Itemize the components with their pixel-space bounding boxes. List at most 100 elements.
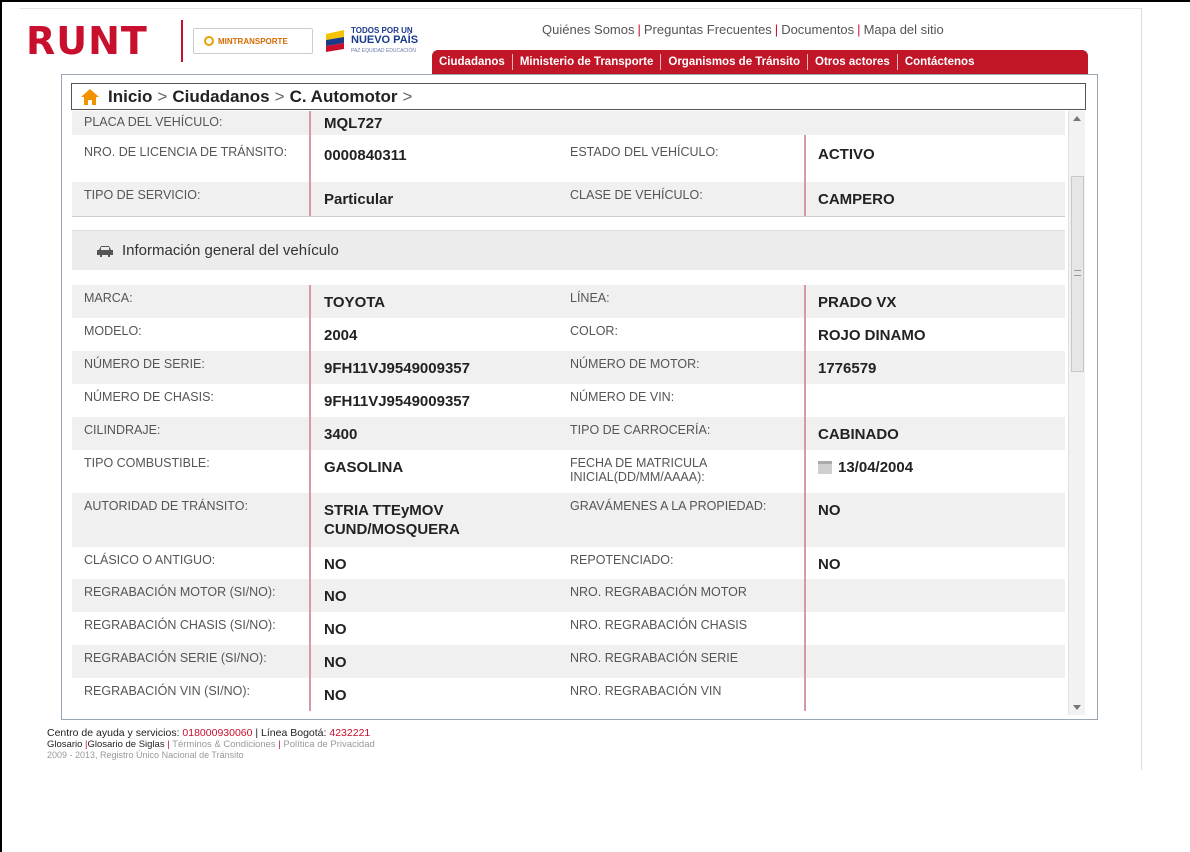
section-spacer bbox=[72, 216, 1065, 230]
nav-organismos-transito[interactable]: Organismos de Tránsito bbox=[661, 54, 809, 70]
nav-ministerio-transporte[interactable]: Ministerio de Transporte bbox=[513, 54, 662, 70]
logo-divider bbox=[181, 20, 183, 62]
row-value: NO bbox=[309, 547, 560, 579]
row-label: TIPO DE CARROCERÍA: bbox=[570, 423, 711, 437]
row-label: NRO. REGRABACIÓN VIN bbox=[570, 684, 722, 698]
calendar-icon bbox=[818, 461, 832, 474]
row-value bbox=[804, 645, 1065, 678]
footer-bogota-text: | Línea Bogotá: bbox=[255, 727, 327, 739]
table-row: REGRABACIÓN MOTOR (SI/NO): NO NRO. REGRA… bbox=[72, 579, 1065, 612]
breadcrumb: Inicio > Ciudadanos > C. Automotor > bbox=[71, 83, 1086, 110]
row-value: 13/04/2004 bbox=[804, 450, 1065, 493]
table-row: NÚMERO DE CHASIS: 9FH11VJ9549009357 NÚME… bbox=[72, 384, 1065, 417]
footer-bogota-phone: 4232221 bbox=[329, 727, 371, 739]
row-label: MODELO: bbox=[84, 324, 142, 338]
scrollbar-thumb[interactable] bbox=[1071, 176, 1084, 372]
row-value: STRIA TTEyMOV CUND/MOSQUERA bbox=[309, 493, 560, 547]
table-row: CILINDRAJE: 3400 TIPO DE CARROCERÍA: CAB… bbox=[72, 417, 1065, 450]
row-value bbox=[804, 612, 1065, 645]
row-label: NÚMERO DE VIN: bbox=[570, 390, 675, 404]
row-value: 9FH11VJ9549009357 bbox=[309, 384, 560, 417]
mintransporte-logo[interactable]: MINTRANSPORTE bbox=[193, 28, 313, 54]
runt-logo[interactable]: RUNT bbox=[26, 22, 148, 60]
nav-otros-actores[interactable]: Otros actores bbox=[808, 54, 898, 70]
link-separator: | bbox=[774, 22, 779, 37]
row-label: ESTADO DEL VEHÍCULO: bbox=[570, 145, 719, 159]
vehicle-info-scroll-area[interactable]: PLACA DEL VEHÍCULO: MQL727 NRO. DE LICEN… bbox=[72, 111, 1065, 715]
fecha-matricula: 13/04/2004 bbox=[838, 459, 914, 476]
row-label: CLASE DE VEHÍCULO: bbox=[570, 188, 703, 202]
breadcrumb-inicio[interactable]: Inicio bbox=[108, 87, 152, 107]
table-row: NÚMERO DE SERIE: 9FH11VJ9549009357 NÚMER… bbox=[72, 351, 1065, 384]
row-label: CILINDRAJE: bbox=[84, 423, 161, 437]
row-value: 0000840311 bbox=[309, 135, 560, 182]
nuevo-pais-line2: NUEVO PAÍS bbox=[351, 34, 419, 46]
row-label: COLOR: bbox=[570, 324, 618, 338]
table-row: AUTORIDAD DE TRÁNSITO: STRIA TTEyMOV CUN… bbox=[72, 493, 1065, 547]
row-value bbox=[804, 678, 1065, 711]
colombia-flag-icon bbox=[326, 30, 344, 52]
breadcrumb-ciudadanos[interactable]: Ciudadanos bbox=[172, 87, 269, 107]
row-value: TOYOTA bbox=[309, 285, 560, 318]
link-separator: | bbox=[167, 739, 170, 750]
mintransporte-logo-text: MINTRANSPORTE bbox=[218, 36, 288, 46]
row-label: NÚMERO DE SERIE: bbox=[84, 357, 205, 371]
row-value: Particular bbox=[309, 182, 560, 216]
table-row: REGRABACIÓN VIN (SI/NO): NO NRO. REGRABA… bbox=[72, 678, 1065, 711]
footer-link-terminos[interactable]: Términos & Condiciones bbox=[172, 739, 276, 750]
footer-help-phone: 018000930060 bbox=[182, 727, 253, 739]
table-row: REGRABACIÓN SERIE (SI/NO): NO NRO. REGRA… bbox=[72, 645, 1065, 678]
content-panel: Inicio > Ciudadanos > C. Automotor > PLA… bbox=[61, 74, 1098, 720]
breadcrumb-separator: > bbox=[402, 86, 413, 106]
link-quienes-somos[interactable]: Quiénes Somos bbox=[542, 22, 635, 37]
link-mapa-del-sitio[interactable]: Mapa del sitio bbox=[864, 22, 944, 37]
table-row: PLACA DEL VEHÍCULO: MQL727 bbox=[72, 111, 1065, 135]
vertical-scrollbar[interactable] bbox=[1068, 111, 1085, 715]
table-row: REGRABACIÓN CHASIS (SI/NO): NO NRO. REGR… bbox=[72, 612, 1065, 645]
nav-contactenos[interactable]: Contáctenos bbox=[898, 54, 982, 70]
date-value: 13/04/2004 bbox=[818, 458, 1055, 477]
footer-link-glosario[interactable]: Glosario bbox=[47, 739, 82, 750]
nuevo-pais-logo[interactable]: TODOS POR UN NUEVO PAÍS PAZ EQUIDAD EDUC… bbox=[324, 24, 434, 58]
row-label: TIPO COMBUSTIBLE: bbox=[84, 456, 210, 470]
row-label: NÚMERO DE MOTOR: bbox=[570, 357, 700, 371]
row-value: 3400 bbox=[309, 417, 560, 450]
row-value: CAMPERO bbox=[804, 182, 1065, 216]
footer-link-privacidad[interactable]: Política de Privacidad bbox=[283, 739, 374, 750]
row-value: ROJO DINAMO bbox=[804, 318, 1065, 351]
footer-help-line: Centro de ayuda y servicios: 01800093006… bbox=[47, 728, 375, 739]
nav-ciudadanos[interactable]: Ciudadanos bbox=[432, 54, 513, 70]
row-value: 2004 bbox=[309, 318, 560, 351]
row-value bbox=[804, 384, 1065, 417]
section-title: Información general del vehículo bbox=[122, 242, 339, 259]
link-documentos[interactable]: Documentos bbox=[781, 22, 854, 37]
row-label: AUTORIDAD DE TRÁNSITO: bbox=[84, 499, 248, 513]
row-label: MARCA: bbox=[84, 291, 133, 305]
link-separator: | bbox=[857, 22, 861, 37]
table-row: CLÁSICO O ANTIGUO: NO REPOTENCIADO: NO bbox=[72, 547, 1065, 579]
scroll-down-arrow-icon[interactable] bbox=[1073, 705, 1081, 710]
row-value: NO bbox=[804, 493, 1065, 547]
footer-links: Glosario |Glosario de Siglas | Términos … bbox=[47, 739, 375, 750]
footer-link-glosario-siglas[interactable]: Glosario de Siglas bbox=[87, 739, 164, 750]
link-separator: | bbox=[278, 739, 281, 750]
breadcrumb-separator: > bbox=[157, 86, 168, 106]
table-row: MARCA: TOYOTA LÍNEA: PRADO VX bbox=[72, 285, 1065, 318]
row-value: 9FH11VJ9549009357 bbox=[309, 351, 560, 384]
row-label: NRO. REGRABACIÓN MOTOR bbox=[570, 585, 747, 599]
row-label: REGRABACIÓN VIN (SI/NO): bbox=[84, 684, 250, 698]
row-label: GRAVÁMENES A LA PROPIEDAD: bbox=[570, 499, 767, 513]
row-value: PRADO VX bbox=[804, 285, 1065, 318]
breadcrumb-automotor[interactable]: C. Automotor bbox=[290, 87, 398, 107]
home-icon[interactable] bbox=[80, 87, 100, 107]
row-value: GASOLINA bbox=[309, 450, 560, 493]
table-row: MODELO: 2004 COLOR: ROJO DINAMO bbox=[72, 318, 1065, 351]
row-label: REPOTENCIADO: bbox=[570, 553, 674, 567]
table-row: TIPO COMBUSTIBLE: GASOLINA FECHA DE MATR… bbox=[72, 450, 1065, 493]
row-label: NRO. REGRABACIÓN CHASIS bbox=[570, 618, 748, 632]
scroll-up-arrow-icon[interactable] bbox=[1073, 116, 1081, 121]
row-value: NO bbox=[309, 612, 560, 645]
link-preguntas-frecuentes[interactable]: Preguntas Frecuentes bbox=[644, 22, 772, 37]
page-top-border bbox=[20, 8, 1141, 9]
breadcrumb-separator: > bbox=[274, 86, 285, 106]
